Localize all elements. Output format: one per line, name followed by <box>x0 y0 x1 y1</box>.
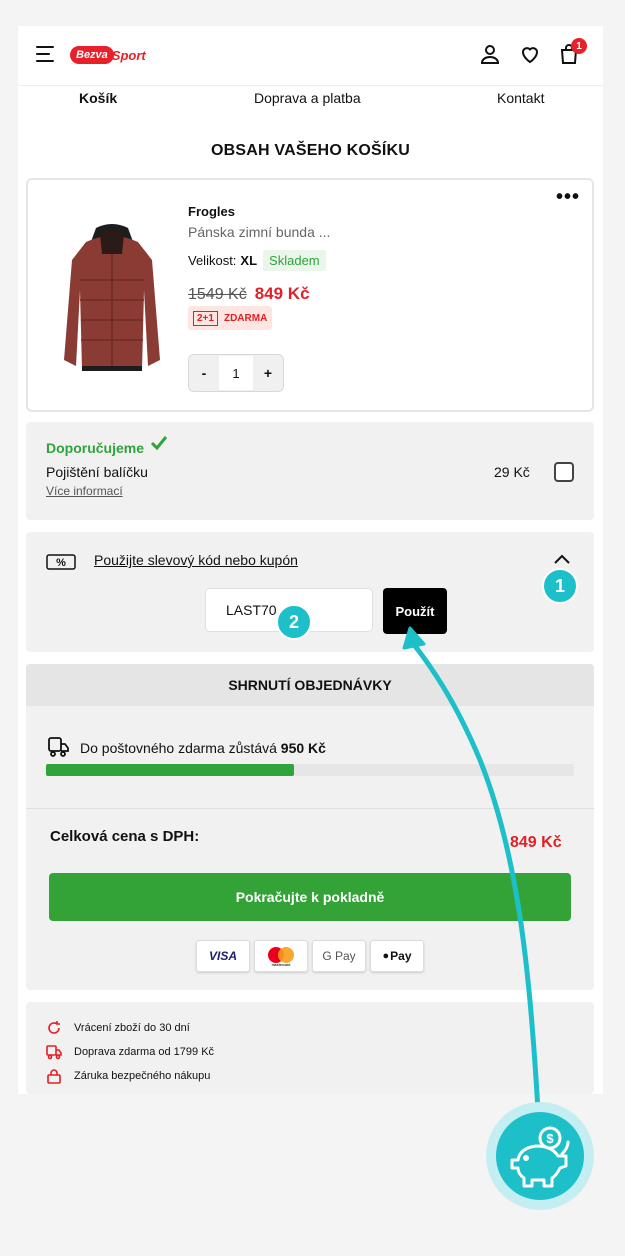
payment-methods: VISA mastercard G Pay ● Pay <box>196 940 428 972</box>
step-contact[interactable]: Kontakt <box>497 90 544 106</box>
recommend-section: Doporučujeme Pojištění balíčku Více info… <box>26 422 594 520</box>
svg-text:%: % <box>56 557 66 569</box>
benefit-shipping-text: Doprava zdarma od 1799 Kč <box>74 1046 215 1058</box>
progress-fill <box>46 764 295 776</box>
qty-plus-button[interactable]: + <box>253 365 283 381</box>
divider <box>26 808 594 809</box>
delivery-truck-icon <box>48 737 69 757</box>
checkout-button[interactable]: Pokračujte k pokladně <box>49 873 571 921</box>
product-image[interactable] <box>56 220 168 380</box>
site-header: Bezva Sport 1 <box>18 26 603 86</box>
new-price: 849 Kč <box>254 284 310 303</box>
mastercard-label: mastercard <box>272 963 291 967</box>
more-info-link[interactable]: Více informací <box>46 484 123 498</box>
price-row: 1549 Kč 849 Kč <box>188 284 310 304</box>
apply-coupon-button[interactable]: Použít <box>383 588 447 634</box>
order-summary: SHRNUTÍ OBJEDNÁVKY Do poštovného zdarma … <box>26 664 594 990</box>
free-shipping-label: Do poštovného zdarma zůstává <box>80 740 277 756</box>
benefit-shipping: Doprava zdarma od 1799 Kč <box>46 1044 214 1060</box>
user-icon[interactable] <box>478 42 502 66</box>
apple-pay-label: Pay <box>390 949 412 963</box>
size-value: XL <box>240 253 258 268</box>
insurance-label: Pojištění balíčku <box>46 464 148 480</box>
size-row: Velikost: XL Skladem <box>188 250 326 271</box>
logo-left-text: Bezva <box>70 46 114 64</box>
size-label: Velikost: <box>188 253 237 268</box>
piggy-bank-icon: $ <box>496 1112 584 1200</box>
more-options-icon[interactable]: ••• <box>556 186 580 209</box>
total-price: 849 Kč <box>510 834 562 851</box>
step-marker-2: 2 <box>276 604 312 640</box>
logo-right-text: Sport <box>111 47 146 63</box>
quantity-stepper: - 1 + <box>188 354 284 392</box>
benefit-security: Záruka bezpečného nákupu <box>46 1068 210 1084</box>
heart-icon[interactable] <box>518 42 542 66</box>
cart-item-card: ••• Frogles Pánska zimní bunda ... Velik… <box>26 178 594 412</box>
mastercard-icon: mastercard <box>254 940 308 972</box>
qty-value[interactable]: 1 <box>219 356 253 390</box>
product-brand: Frogles <box>188 204 235 219</box>
google-pay-icon: G Pay <box>312 940 366 972</box>
old-price: 1549 Kč <box>188 286 247 303</box>
checkout-steps: Košík Doprava a platba Kontakt <box>18 86 603 114</box>
benefit-returns-text: Vrácení zboží do 30 dní <box>74 1022 190 1034</box>
coupon-section: % Použijte slevový kód nebo kupón LAST70… <box>26 532 594 652</box>
delivery-icon <box>46 1045 62 1060</box>
logo[interactable]: Bezva Sport <box>70 44 146 66</box>
recommend-title: Doporučujeme <box>46 440 145 456</box>
qty-minus-button[interactable]: - <box>189 365 219 381</box>
savings-button[interactable]: $ <box>486 1102 594 1210</box>
coupon-toggle-link[interactable]: Použijte slevový kód nebo kupón <box>94 552 298 568</box>
promo-tag: 2+1 <box>193 310 218 326</box>
promo-badge: 2+1 ZDARMA <box>188 306 273 330</box>
summary-title: SHRNUTÍ OBJEDNÁVKY <box>26 664 594 706</box>
cart-count-badge: 1 <box>571 38 587 54</box>
product-name[interactable]: Pánska zimní bunda ... <box>188 224 330 240</box>
stock-badge: Skladem <box>263 250 326 271</box>
step-marker-1: 1 <box>542 568 578 604</box>
discount-percent-icon: % <box>46 554 76 570</box>
total-label: Celková cena s DPH: <box>50 828 200 845</box>
check-icon <box>151 436 167 450</box>
app-frame: Bezva Sport 1 Košík Doprava a platba Kon… <box>18 26 603 1094</box>
visa-icon: VISA <box>196 940 250 972</box>
page-title: OBSAH VAŠEHO KOŠÍKU <box>210 142 411 159</box>
chevron-up-icon[interactable] <box>554 554 570 564</box>
step-shipping[interactable]: Doprava a platba <box>254 90 361 106</box>
benefit-returns: Vrácení zboží do 30 dní <box>46 1020 190 1036</box>
lock-icon <box>47 1069 61 1084</box>
insurance-checkbox[interactable] <box>554 462 574 482</box>
menu-icon[interactable] <box>36 46 56 62</box>
benefits-section: Vrácení zboží do 30 dní Doprava zdarma o… <box>26 1002 594 1094</box>
free-shipping-text: Do poštovného zdarma zůstává 950 Kč <box>80 740 326 756</box>
promo-text: ZDARMA <box>223 312 268 324</box>
insurance-price: 29 Kč <box>494 464 530 480</box>
apple-pay-icon: ● Pay <box>370 940 424 972</box>
free-shipping-amount: 950 Kč <box>280 740 326 756</box>
svg-text:$: $ <box>546 1131 554 1146</box>
benefit-security-text: Záruka bezpečného nákupu <box>74 1070 211 1082</box>
free-shipping-progress <box>46 764 574 776</box>
return-icon <box>48 1021 60 1034</box>
step-cart[interactable]: Košík <box>79 90 117 106</box>
